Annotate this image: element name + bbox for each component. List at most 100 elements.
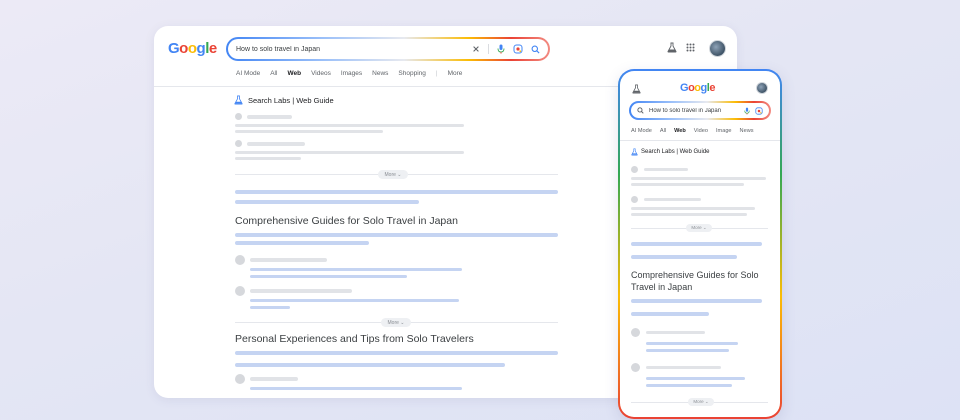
more-button[interactable]: More ⌄ [686,224,712,232]
labs-flask-icon [631,148,638,156]
tab-more[interactable]: More [448,70,463,77]
search-tabs: AI Mode All Web Video Image News [631,128,754,134]
google-logo[interactable]: Google [168,40,217,57]
avatar[interactable] [709,40,726,57]
tab-news[interactable]: News [372,70,388,77]
tab-shopping[interactable]: Shopping [398,70,425,77]
result-favicon [631,363,640,372]
result-title-placeholder [250,289,352,293]
labs-title: Search Labs | Web Guide [631,148,710,156]
logo-letter: G [680,82,689,94]
result-snippet-placeholder [646,342,738,345]
logo-letter: e [709,82,715,94]
result-favicon [235,140,242,147]
search-bar[interactable]: How to solo travel in Japan [629,101,771,120]
mobile-frame: Google How to solo travel in Japan AI Mo… [618,69,782,419]
lens-icon[interactable] [755,106,763,115]
tab-all[interactable]: All [660,128,666,134]
summary-placeholder [235,190,558,194]
result-snippet-placeholder [631,183,744,186]
labs-title-text: Search Labs | Web Guide [248,95,334,105]
tab-all[interactable]: All [270,70,277,77]
summary-placeholder [631,299,762,303]
more-button[interactable]: More ⌄ [378,170,408,179]
search-tabs: AI Mode All Web Videos Images News Shopp… [236,70,462,77]
close-icon[interactable] [472,45,480,53]
result-title-placeholder [644,168,688,171]
result-snippet-placeholder [235,130,383,133]
summary-placeholder [631,255,737,259]
result-title-placeholder [250,377,298,381]
more-button[interactable]: More ⌄ [381,318,411,327]
summary-placeholder [235,241,369,245]
logo-letter: o [179,40,188,57]
search-icon [637,107,644,114]
search-input[interactable]: How to solo travel in Japan [649,108,739,114]
result-snippet-placeholder [250,268,462,271]
google-logo[interactable]: Google [680,82,715,94]
result-favicon [631,196,638,203]
result-snippet-placeholder [646,349,729,352]
result-favicon [235,286,245,296]
summary-placeholder [235,233,558,237]
mic-icon[interactable] [497,44,505,54]
result-title-placeholder [646,331,705,334]
result-snippet-placeholder [646,377,745,380]
result-snippet-placeholder [235,151,464,154]
result-snippet-placeholder [250,306,290,309]
section-heading: Comprehensive Guides for Solo Travel in … [235,215,458,227]
labs-flask-icon [234,95,243,105]
result-favicon [631,166,638,173]
apps-grid-icon[interactable] [686,43,695,52]
search-icon[interactable] [531,45,540,54]
logo-letter: G [168,40,180,57]
tab-image[interactable]: Image [716,128,732,134]
result-snippet-placeholder [250,387,462,390]
avatar[interactable] [756,82,768,94]
summary-placeholder [235,351,558,355]
tab-videos[interactable]: Videos [311,70,331,77]
tab-ai-mode[interactable]: AI Mode [236,70,260,77]
header-divider [620,140,780,141]
result-snippet-placeholder [631,213,747,216]
mobile-screen: Google How to solo travel in Japan AI Mo… [620,71,780,417]
result-snippet-placeholder [250,299,459,302]
search-input[interactable]: How to solo travel in Japan [236,46,464,53]
tab-web[interactable]: Web [287,70,301,77]
result-snippet-placeholder [235,124,464,127]
tab-web[interactable]: Web [674,128,686,134]
tab-images[interactable]: Images [341,70,362,77]
result-favicon [235,113,242,120]
summary-placeholder [235,363,505,367]
result-title-placeholder [247,142,305,146]
mic-icon[interactable] [744,107,750,115]
result-title-placeholder [250,258,327,262]
labs-flask-icon[interactable] [667,42,677,53]
result-snippet-placeholder [250,275,407,278]
result-favicon [235,255,245,265]
labs-title: Search Labs | Web Guide [234,95,334,105]
tab-separator: | [435,70,438,77]
result-snippet-placeholder [646,384,732,387]
section-heading: Personal Experiences and Tips from Solo … [235,333,474,345]
logo-letter: g [196,40,206,57]
result-favicon [235,374,245,384]
result-snippet-placeholder [235,157,301,160]
result-title-placeholder [644,198,701,201]
result-title-placeholder [646,366,721,369]
more-button[interactable]: More ⌄ [688,398,714,406]
tab-news[interactable]: News [740,128,754,134]
result-favicon [631,328,640,337]
result-snippet-placeholder [631,177,766,180]
section-heading: Comprehensive Guides for Solo Travel in … [631,270,759,292]
lens-icon[interactable] [513,44,523,54]
search-bar[interactable]: How to solo travel in Japan [226,37,550,61]
result-title-placeholder [247,115,292,119]
logo-letter: e [208,40,217,57]
tab-ai-mode[interactable]: AI Mode [631,128,652,134]
tab-video[interactable]: Video [694,128,708,134]
labs-flask-icon[interactable] [632,84,641,94]
summary-placeholder [631,242,762,246]
labs-title-text: Search Labs | Web Guide [641,149,710,155]
result-snippet-placeholder [631,207,755,210]
